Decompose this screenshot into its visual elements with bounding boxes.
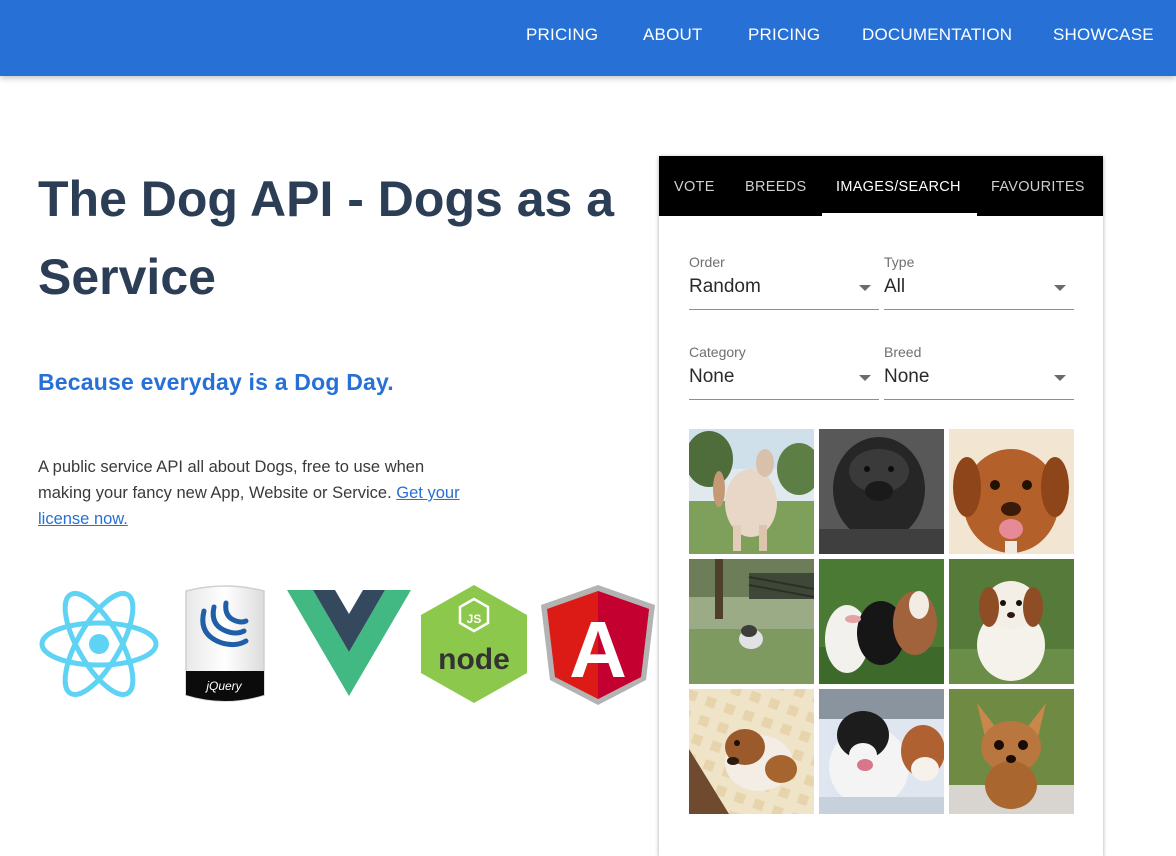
dog-image[interactable]	[819, 429, 944, 554]
image-results-grid	[689, 429, 1074, 814]
category-select[interactable]: Category None	[689, 344, 879, 400]
nav-link-pricing[interactable]: PRICING	[526, 25, 598, 45]
type-select[interactable]: Type All	[884, 254, 1074, 310]
nav-link-documentation[interactable]: DOCUMENTATION	[862, 25, 1012, 45]
jquery-logo-text: jQuery	[204, 679, 242, 693]
dog-image[interactable]	[689, 689, 814, 814]
breed-value: None	[884, 366, 930, 387]
category-label: Category	[689, 344, 746, 360]
page-title: The Dog API - Dogs as a Service	[38, 160, 648, 316]
tab-favourites[interactable]: FAVOURITES	[991, 179, 1085, 195]
tagline: Because everyday is a Dog Day.	[38, 369, 394, 395]
chevron-down-icon	[1054, 375, 1066, 381]
dog-image[interactable]	[819, 559, 944, 684]
active-tab-indicator	[822, 213, 977, 216]
page-title-bold: The Dog API -	[38, 171, 364, 227]
jquery-icon: jQuery	[185, 585, 265, 702]
breed-label: Breed	[884, 344, 922, 360]
chevron-down-icon	[859, 285, 871, 291]
angular-logo-letter: A	[569, 605, 627, 694]
nodejs-js-badge: JS	[467, 612, 482, 626]
dog-image[interactable]	[689, 559, 814, 684]
dog-image[interactable]	[949, 429, 1074, 554]
breed-select[interactable]: Breed None	[884, 344, 1074, 400]
api-demo-widget: VOTE BREEDS IMAGES/SEARCH FAVOURITES Ord…	[659, 156, 1103, 856]
nav-link-about[interactable]: ABOUT	[643, 25, 703, 45]
dog-image[interactable]	[949, 689, 1074, 814]
chevron-down-icon	[859, 375, 871, 381]
dog-image[interactable]	[949, 559, 1074, 684]
tab-breeds[interactable]: BREEDS	[745, 179, 806, 195]
tab-images-search[interactable]: IMAGES/SEARCH	[836, 179, 961, 195]
nav-link-showcase[interactable]: SHOWCASE	[1053, 25, 1154, 45]
chevron-down-icon	[1054, 285, 1066, 291]
nodejs-logo-text: node	[438, 643, 510, 676]
angular-icon: A	[541, 585, 655, 705]
order-select[interactable]: Order Random	[689, 254, 879, 310]
dog-image[interactable]	[819, 689, 944, 814]
type-value: All	[884, 276, 906, 297]
order-value: Random	[689, 276, 761, 297]
nav-link-pricing-2[interactable]: PRICING	[748, 25, 820, 45]
description-text: A public service API all about Dogs, fre…	[38, 458, 425, 502]
hero-description: A public service API all about Dogs, fre…	[38, 454, 468, 532]
category-value: None	[689, 366, 735, 387]
react-icon	[39, 591, 159, 697]
dog-image[interactable]	[689, 429, 814, 554]
vue-icon	[287, 590, 411, 696]
order-label: Order	[689, 254, 725, 270]
widget-tab-bar: VOTE BREEDS IMAGES/SEARCH FAVOURITES	[659, 156, 1103, 216]
type-label: Type	[884, 254, 915, 270]
top-nav: PRICING ABOUT PRICING DOCUMENTATION SHOW…	[0, 0, 1176, 76]
tab-vote[interactable]: VOTE	[674, 179, 715, 195]
nodejs-icon: JS node	[421, 585, 527, 703]
